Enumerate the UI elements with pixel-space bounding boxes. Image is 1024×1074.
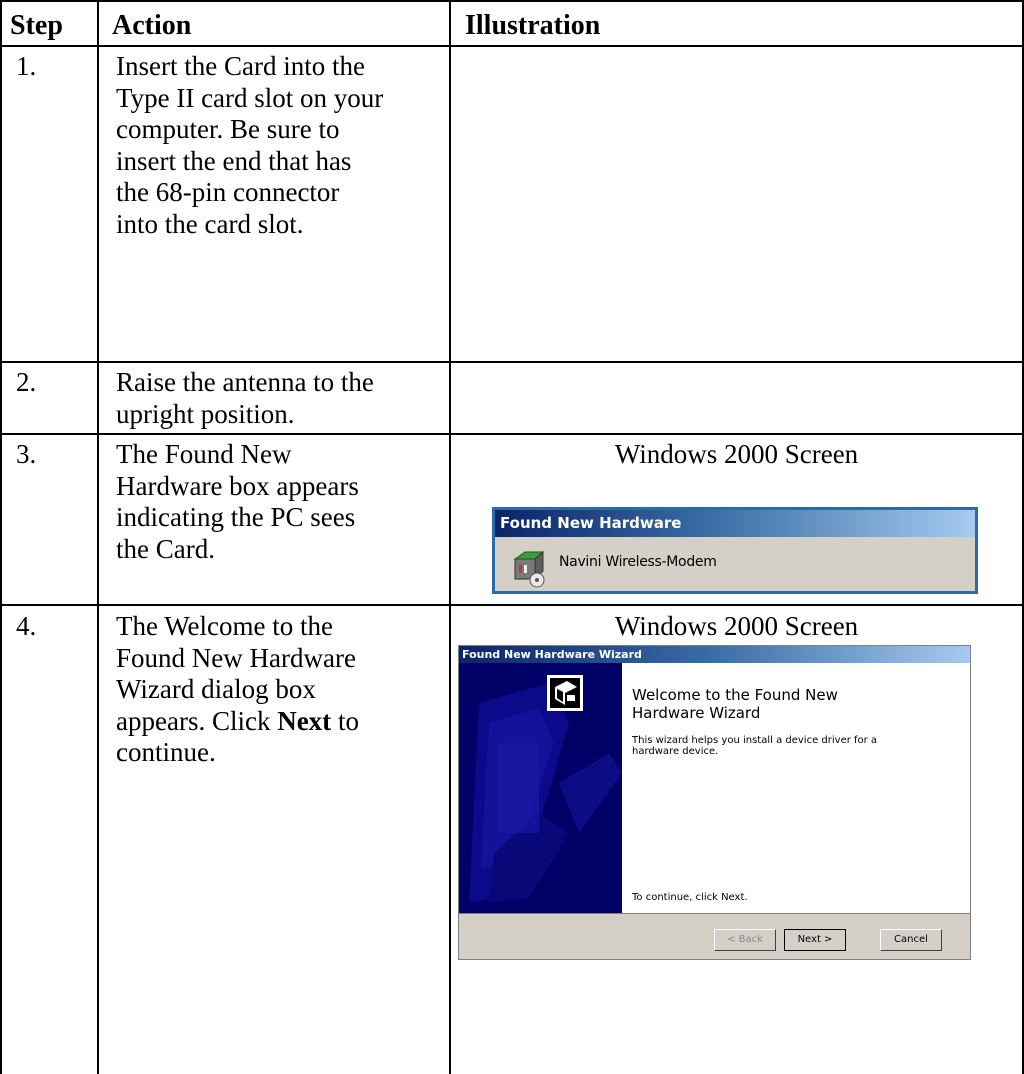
found-new-hardware-balloon: Found New Hardware Navini Wireless-Modem	[492, 507, 978, 594]
action-line: Type II card slot on your	[116, 82, 384, 113]
step-number: 3.	[16, 439, 37, 469]
wizard-title: Found New Hardware Wizard	[459, 646, 970, 663]
action-text: to	[331, 705, 359, 736]
wizard-sidebar	[459, 663, 622, 913]
wizard-description-line: hardware device.	[632, 746, 719, 757]
wizard-description-line: This wizard helps you install a device d…	[632, 735, 878, 746]
back-button[interactable]: < Back	[714, 929, 776, 951]
next-emphasis: Next	[277, 705, 332, 736]
step-number: 4.	[16, 611, 37, 641]
wizard-heading-line: Hardware Wizard	[632, 704, 761, 722]
action-text: appears. Click	[116, 705, 278, 736]
device-name: Navini Wireless-Modem	[559, 554, 717, 570]
action-line: The Found New	[116, 439, 292, 469]
header-action: Action	[112, 10, 192, 41]
wizard-heading: Welcome to the Found New Hardware Wizard	[632, 686, 952, 722]
action-line: Insert the Card into the	[116, 51, 365, 81]
header-step: Step	[10, 10, 63, 41]
action-line: appears. Click Next to	[116, 706, 450, 738]
action-line: Wizard dialog box	[116, 674, 316, 704]
wizard-dialog: Found New Hardware Wizard Welcome to the…	[458, 645, 971, 960]
step-action: The Welcome to the Found New Hardware Wi…	[116, 611, 450, 769]
illustration-caption: Windows 2000 Screen	[614, 611, 859, 641]
step-action: The Found New Hardware box appears indic…	[116, 439, 450, 565]
step-action: Insert the Card into the Type II card sl…	[116, 51, 450, 240]
sidebar-artwork	[469, 683, 622, 903]
action-line: The Welcome to the	[116, 611, 334, 641]
wizard-hardware-icon	[547, 675, 583, 711]
wizard-description: This wizard helps you install a device d…	[632, 735, 952, 757]
balloon-title: Found New Hardware	[495, 510, 975, 537]
next-button[interactable]: Next >	[784, 929, 846, 951]
header-illustration: Illustration	[465, 10, 601, 41]
action-line: continue.	[116, 737, 216, 767]
action-line: insert the end that has	[116, 145, 352, 176]
wizard-heading-line: Welcome to the Found New	[632, 686, 838, 704]
illustration-caption: Windows 2000 Screen	[614, 439, 859, 469]
action-line: Found New Hardware	[116, 642, 356, 673]
hardware-device-icon	[513, 550, 545, 588]
action-line: computer. Be sure to	[116, 114, 340, 144]
action-line: upright position.	[116, 398, 295, 429]
step-action: Raise the antenna to the upright positio…	[116, 367, 450, 430]
action-line: the Card.	[116, 533, 215, 564]
action-line: Hardware box appears	[116, 470, 359, 501]
action-line: the 68-pin connector	[116, 177, 340, 207]
action-line: into the card slot.	[116, 208, 304, 239]
action-line: Raise the antenna to the	[116, 367, 374, 397]
step-number: 2.	[16, 367, 37, 397]
wizard-continue-text: To continue, click Next.	[632, 892, 748, 903]
wizard-button-bar: < Back Next > Cancel	[459, 913, 970, 959]
cancel-button[interactable]: Cancel	[880, 929, 942, 951]
action-line: indicating the PC sees	[116, 502, 356, 532]
step-number: 1.	[16, 51, 37, 81]
